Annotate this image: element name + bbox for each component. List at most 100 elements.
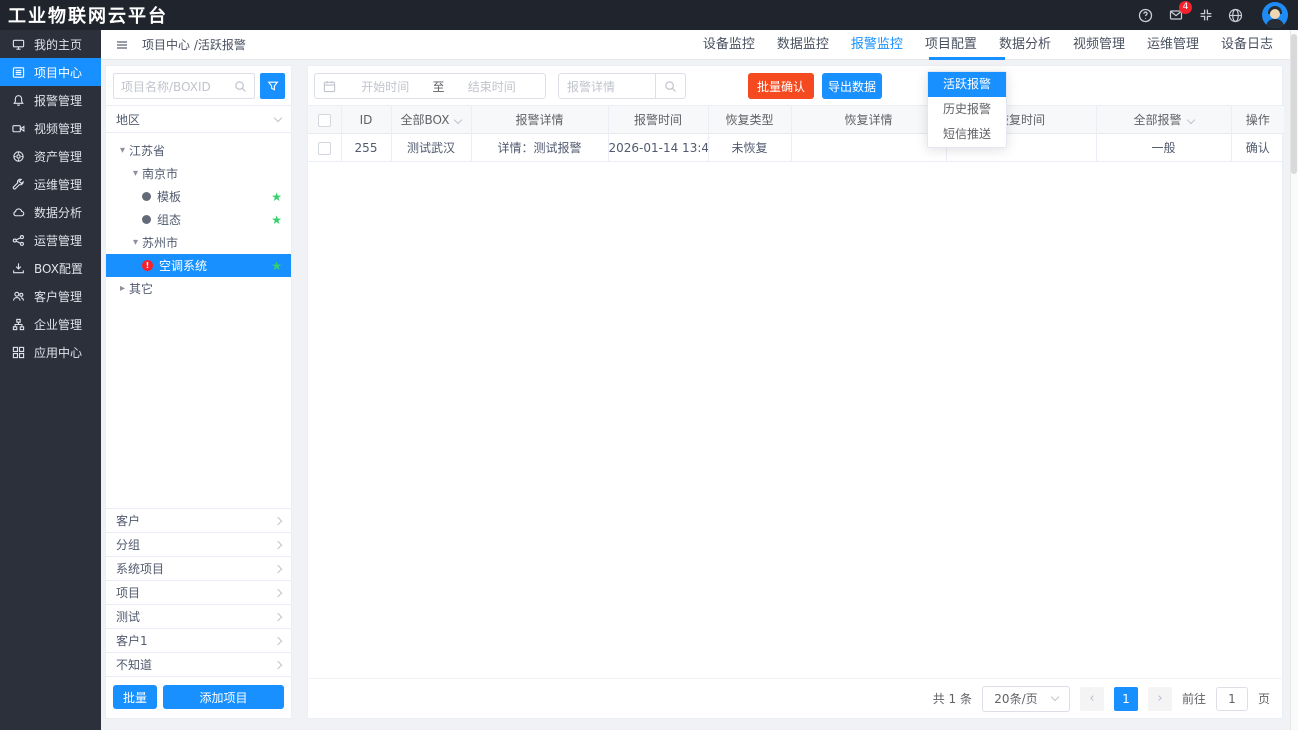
tree-node-label: 江苏省 (129, 142, 165, 159)
sidebar-item-wrench[interactable]: 运维管理 (0, 170, 101, 198)
prev-page-button[interactable]: ‹ (1080, 687, 1104, 711)
search-icon (234, 80, 247, 93)
column-header-label: 全部BOX (401, 113, 450, 127)
caret-down-icon[interactable]: ▾ (116, 145, 129, 156)
help-icon[interactable] (1138, 8, 1153, 23)
globe-icon[interactable] (1228, 8, 1243, 23)
current-page-button[interactable]: 1 (1114, 687, 1138, 711)
total-count: 共 1 条 (933, 690, 972, 707)
export-data-button[interactable]: 导出数据 (822, 73, 882, 99)
batch-confirm-button[interactable]: 批量确认 (748, 73, 814, 99)
project-search-input[interactable]: 项目名称/BOXID (113, 73, 255, 99)
column-header-label: 恢复类型 (725, 113, 773, 127)
alarm-detail-search-input[interactable]: 报警详情 (558, 73, 686, 99)
cell-recover_detail (791, 134, 946, 162)
favorite-star-icon[interactable]: ★ (271, 214, 282, 226)
page-size-value: 20条/页 (994, 690, 1037, 707)
nav-item-1[interactable]: 数据监控 (766, 30, 840, 59)
search-icon (664, 80, 677, 93)
header-actions: 4 (1138, 2, 1288, 28)
region-section-header[interactable]: 地区 (106, 105, 291, 133)
user-avatar[interactable] (1262, 2, 1288, 28)
sidebar-item-boxcfg[interactable]: BOX配置 (0, 254, 101, 282)
row-checkbox[interactable] (318, 142, 331, 155)
tree-node-6[interactable]: ▸其它 (106, 277, 291, 300)
caret-right-icon[interactable]: ▸ (116, 283, 129, 294)
tree-search-row: 项目名称/BOXID (106, 66, 291, 105)
group-section-5[interactable]: 客户1 (106, 629, 291, 653)
chevron-right-icon (274, 636, 282, 644)
caret-down-icon[interactable]: ▾ (129, 237, 142, 248)
sidebar-item-project[interactable]: 项目中心 (0, 58, 101, 86)
sidebar-item-monitor[interactable]: 我的主页 (0, 30, 101, 58)
cell-id: 255 (341, 134, 391, 162)
tree-node-3[interactable]: 组态★ (106, 208, 291, 231)
batch-button[interactable]: 批量 (113, 685, 157, 709)
mail-badge: 4 (1179, 1, 1192, 14)
column-header-1[interactable]: 全部BOX (391, 106, 471, 134)
tree-node-0[interactable]: ▾江苏省 (106, 139, 291, 162)
tree-node-2[interactable]: 模板 ★ (106, 185, 291, 208)
nav-item-6[interactable]: 运维管理 (1136, 30, 1210, 59)
mail-icon[interactable]: 4 (1168, 8, 1184, 22)
cell-level: 一般 (1096, 134, 1231, 162)
row-select-cell (308, 134, 341, 162)
nav-item-7[interactable]: 设备日志 (1210, 30, 1284, 59)
tree-node-5[interactable]: !空调系统★ (106, 254, 291, 277)
dropdown-item-1[interactable]: 历史报警 (928, 97, 1006, 122)
fullscreen-icon[interactable] (1199, 8, 1213, 22)
group-section-label: 不知道 (116, 656, 152, 673)
date-range-picker[interactable]: 开始时间 至 结束时间 (314, 73, 546, 99)
nav-item-5[interactable]: 视频管理 (1062, 30, 1136, 59)
sidebar-item-bell[interactable]: 报警管理 (0, 86, 101, 114)
favorite-star-icon[interactable]: ★ (271, 191, 282, 203)
main-sidebar: 我的主页项目中心报警管理视频管理资产管理运维管理数据分析运营管理BOX配置客户管… (0, 30, 101, 730)
nav-item-0[interactable]: 设备监控 (692, 30, 766, 59)
tree-node-4[interactable]: ▾苏州市 (106, 231, 291, 254)
cell-recover_type: 未恢复 (708, 134, 791, 162)
column-header-3: 报警时间 (608, 106, 708, 134)
page-size-select[interactable]: 20条/页 (982, 686, 1070, 712)
group-section-label: 测试 (116, 608, 140, 625)
group-section-6[interactable]: 不知道 (106, 653, 291, 677)
sidebar-item-users[interactable]: 客户管理 (0, 282, 101, 310)
nav-item-4[interactable]: 数据分析 (988, 30, 1062, 59)
alarm-list-panel: 开始时间 至 结束时间 报警详情 批量确认 导出数据 ID全部BOX报警详情报警… (307, 65, 1283, 719)
group-section-4[interactable]: 测试 (106, 605, 291, 629)
filter-button[interactable] (260, 73, 285, 99)
nav-item-3[interactable]: 项目配置 (914, 30, 988, 59)
nav-item-2[interactable]: 报警监控 (840, 30, 914, 59)
sidebar-item-apps[interactable]: 应用中心 (0, 338, 101, 366)
collapse-menu-icon[interactable] (115, 38, 129, 52)
sidebar-item-video[interactable]: 视频管理 (0, 114, 101, 142)
cell-time: 2026-01-14 13:44:05 (608, 134, 708, 162)
sidebar-item-cloud[interactable]: 数据分析 (0, 198, 101, 226)
favorite-star-icon[interactable]: ★ (271, 260, 282, 272)
dropdown-item-2[interactable]: 短信推送 (928, 122, 1006, 147)
add-project-button[interactable]: 添加项目 (163, 685, 284, 709)
tree-node-label: 空调系统 (159, 257, 207, 274)
confirm-action-link[interactable]: 确认 (1231, 134, 1284, 162)
column-header-7[interactable]: 全部报警 (1096, 106, 1231, 134)
tree-node-1[interactable]: ▾南京市 (106, 162, 291, 185)
top-nav: 设备监控数据监控报警监控项目配置数据分析视频管理运维管理设备日志 (692, 30, 1284, 59)
group-section-0[interactable]: 客户 (106, 509, 291, 533)
next-page-button[interactable]: › (1148, 687, 1172, 711)
dropdown-item-0[interactable]: 活跃报警 (928, 72, 1006, 97)
sidebar-item-org[interactable]: 企业管理 (0, 310, 101, 338)
page-scrollbar-thumb[interactable] (1291, 34, 1297, 174)
sidebar-item-label: 项目中心 (34, 64, 82, 81)
group-section-2[interactable]: 系统项目 (106, 557, 291, 581)
sidebar-item-asset[interactable]: 资产管理 (0, 142, 101, 170)
tree-node-label: 模板 (157, 188, 181, 205)
group-section-1[interactable]: 分组 (106, 533, 291, 557)
goto-page-input[interactable] (1216, 687, 1248, 711)
sidebar-item-share[interactable]: 运营管理 (0, 226, 101, 254)
org-icon (12, 318, 25, 331)
select-all-checkbox[interactable] (318, 114, 331, 127)
pagination-bar: 共 1 条 20条/页 ‹ 1 › 前往 页 (308, 678, 1282, 718)
group-section-3[interactable]: 项目 (106, 581, 291, 605)
alarm-search-button[interactable] (655, 74, 685, 98)
alarm-detail-placeholder: 报警详情 (559, 78, 655, 95)
caret-down-icon[interactable]: ▾ (129, 168, 142, 179)
